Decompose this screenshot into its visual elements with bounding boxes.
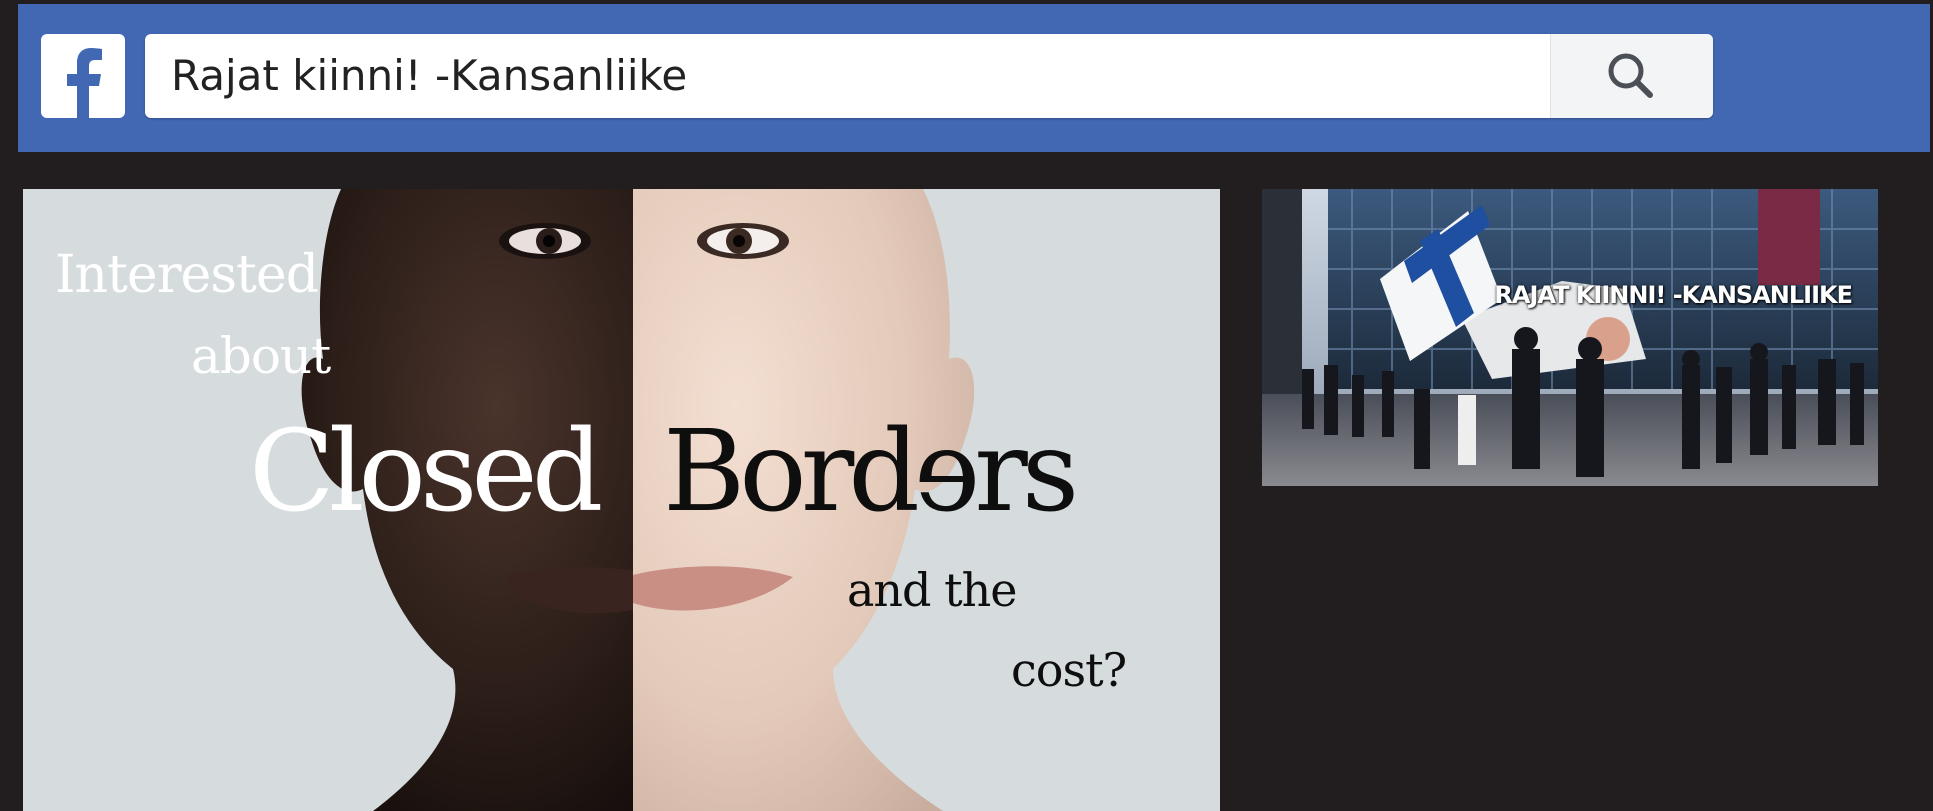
protest-photo-caption: RAJAT KIINNI! -KANSANLIIKE (1494, 281, 1853, 309)
protest-photo (1262, 189, 1878, 486)
ad-text-and-the: and the (847, 563, 1017, 617)
ad-text-about: about (191, 327, 331, 385)
ad-text-borders: Bordɘrs (663, 407, 1079, 537)
closed-borders-ad-image[interactable]: Interested about Closed Bordɘrs and the … (23, 189, 1220, 811)
ad-text-cost: cost? (1011, 643, 1127, 697)
search-icon (1608, 53, 1653, 98)
ad-text-interested: Interested (55, 245, 319, 305)
facebook-header-bar (18, 4, 1930, 152)
protest-photo-thumbnail[interactable]: RAJAT KIINNI! -KANSANLIIKE (1262, 189, 1878, 486)
search-button[interactable] (1550, 34, 1713, 118)
search-bar (145, 34, 1713, 118)
ad-text-closed: Closed (249, 407, 603, 537)
facebook-f-icon[interactable] (41, 34, 125, 118)
search-input[interactable] (145, 34, 1525, 118)
